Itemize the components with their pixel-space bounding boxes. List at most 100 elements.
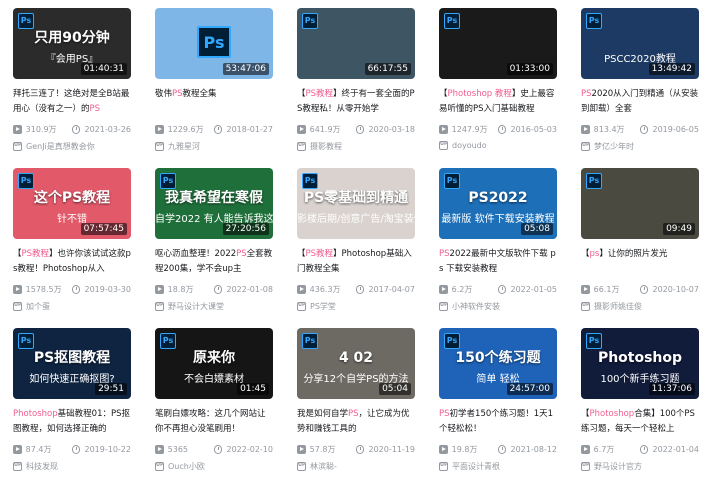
uploader[interactable]: 野马设计官方 xyxy=(581,461,699,472)
ps-logo-icon: Ps xyxy=(586,333,602,349)
uploader[interactable]: 加个蛋 xyxy=(13,301,131,312)
ps-logo-icon: Ps xyxy=(302,173,318,189)
play-count-icon xyxy=(155,444,164,454)
uploader[interactable]: GenJi是真想教会你 xyxy=(13,141,131,152)
uploader-name[interactable]: 野马设计官方 xyxy=(594,461,642,472)
video-thumbnail[interactable]: Ps 4 02 分享12个自学PS的方法 05:04 xyxy=(297,328,415,399)
uploader-icon xyxy=(297,462,306,471)
uploader-name[interactable]: Ouch小欧 xyxy=(168,461,205,472)
video-thumbnail[interactable]: Ps 原来你 不会白嫖素材 01:45 xyxy=(155,328,273,399)
cover-text: 原来你 xyxy=(193,350,235,366)
uploader[interactable]: 摄影教程 xyxy=(297,141,415,152)
video-thumbnail[interactable]: Ps 09:49 xyxy=(581,168,699,239)
ps-logo-icon: Ps xyxy=(197,26,231,58)
uploader[interactable]: PS学堂 xyxy=(297,301,415,312)
uploader[interactable]: 梦亿少年时 xyxy=(581,141,699,152)
video-title[interactable]: 【Photoshop合集】100个PS练习题，每天一个轻松上 xyxy=(581,407,699,437)
video-card[interactable]: Ps 66:17:55 【PS教程】终于有一套全面的PS教程私！从零开始学 64… xyxy=(297,8,415,156)
video-thumbnail[interactable]: Ps 我真希望在寒假 自学2022 有人能告诉我这些 27:20:56 xyxy=(155,168,273,239)
video-thumbnail[interactable]: Ps PS抠图教程 如何快速正确抠图? 29:51 xyxy=(13,328,131,399)
upload-date: 2020-11-19 xyxy=(368,444,415,454)
uploader-name[interactable]: 野马设计大课堂 xyxy=(168,301,224,312)
duration-badge: 01:33:00 xyxy=(506,63,553,75)
uploader-name[interactable]: 摄影师姚佳俊 xyxy=(594,301,642,312)
uploader-icon xyxy=(581,142,590,151)
play-count-icon xyxy=(439,444,448,454)
video-card[interactable]: Ps 4 02 分享12个自学PS的方法 05:04 我是如何自学PS，让它成为… xyxy=(297,328,415,476)
play-count-icon xyxy=(439,124,448,134)
uploader-name[interactable]: PS学堂 xyxy=(310,301,336,312)
video-title[interactable]: 呕心沥血整理！2022PS全套教程200集，学不会up主 xyxy=(155,247,273,277)
video-title[interactable]: PS初学者150个练习题！1天1个轻松松！ xyxy=(439,407,557,437)
video-thumbnail[interactable]: Ps 只用90分钟 『会用PS』 01:40:31 xyxy=(13,8,131,79)
video-stats: 6.7万 2022-01-04 xyxy=(581,443,699,455)
video-title[interactable]: 【PS教程】Photoshop基础入门教程全集 xyxy=(297,247,415,277)
play-count-icon xyxy=(13,124,22,134)
video-card[interactable]: Ps 我真希望在寒假 自学2022 有人能告诉我这些 27:20:56 呕心沥血… xyxy=(155,168,273,316)
video-card[interactable]: Ps 150个练习题 简单 轻松 24:57:00 PS初学者150个练习题！1… xyxy=(439,328,557,476)
uploader[interactable]: 摄影师姚佳俊 xyxy=(581,301,699,312)
video-thumbnail[interactable]: Ps 53:47:06 xyxy=(155,8,273,79)
video-thumbnail[interactable]: Ps Photoshop 100个新手练习题 11:37:06 xyxy=(581,328,699,399)
video-card[interactable]: Ps PS2022 最新版 软件下载安装教程 05:08 PS2022最新中文版… xyxy=(439,168,557,316)
video-title[interactable]: Photoshop基础教程01：PS抠图教程，如何选择正确的 xyxy=(13,407,131,437)
video-thumbnail[interactable]: Ps 150个练习题 简单 轻松 24:57:00 xyxy=(439,328,557,399)
keyword-highlight: PS xyxy=(439,249,450,259)
uploader-icon xyxy=(155,462,164,471)
video-card[interactable]: Ps 09:49 【ps】让你的照片发光 66.1万 2020-10-07 摄影… xyxy=(581,168,699,316)
video-title[interactable]: 我是如何自学PS，让它成为优势和赚钱工具的 xyxy=(297,407,415,437)
video-title[interactable]: PS2020从入门到精通（从安装到卸载）全套 xyxy=(581,87,699,117)
uploader-name[interactable]: GenJi是真想教会你 xyxy=(26,141,95,152)
video-title[interactable]: 【ps】让你的照片发光 xyxy=(581,247,699,277)
view-count: 19.8万 xyxy=(451,444,478,454)
video-title[interactable]: 笔刷白嫖攻略：这几个网站让你不再担心没笔刷用！ xyxy=(155,407,273,437)
video-thumbnail[interactable]: Ps PSCC2020教程 13:49:42 xyxy=(581,8,699,79)
upload-date: 2022-01-05 xyxy=(510,284,557,294)
uploader[interactable]: 九雅星河 xyxy=(155,141,273,152)
video-card[interactable]: Ps 原来你 不会白嫖素材 01:45 笔刷白嫖攻略：这几个网站让你不再担心没笔… xyxy=(155,328,273,476)
uploader[interactable]: doyoudo xyxy=(439,141,557,150)
uploader[interactable]: 科技发现 xyxy=(13,461,131,472)
uploader-name[interactable]: 梦亿少年时 xyxy=(594,141,634,152)
upload-date: 2022-02-10 xyxy=(226,444,273,454)
video-thumbnail[interactable]: Ps 01:33:00 xyxy=(439,8,557,79)
uploader-icon xyxy=(439,141,448,150)
video-card[interactable]: Ps 01:33:00 【Photoshop 教程】史上最容易听懂的PS入门基础… xyxy=(439,8,557,156)
clock-icon xyxy=(355,284,365,294)
uploader-name[interactable]: 加个蛋 xyxy=(26,301,50,312)
clock-icon xyxy=(213,284,223,294)
video-card[interactable]: Ps PSCC2020教程 13:49:42 PS2020从入门到精通（从安装到… xyxy=(581,8,699,156)
view-count: 6.2万 xyxy=(451,284,473,294)
uploader-name[interactable]: 小神软件安装 xyxy=(452,301,500,312)
uploader[interactable]: 林滨聪- xyxy=(297,461,415,472)
video-thumbnail[interactable]: Ps PS2022 最新版 软件下载安装教程 05:08 xyxy=(439,168,557,239)
uploader-name[interactable]: 平面设计青根 xyxy=(452,461,500,472)
video-title[interactable]: 敬伟PS教程全集 xyxy=(155,87,273,117)
video-card[interactable]: Ps PS抠图教程 如何快速正确抠图? 29:51 Photoshop基础教程0… xyxy=(13,328,131,476)
uploader[interactable]: 小神软件安装 xyxy=(439,301,557,312)
video-title[interactable]: PS2022最新中文版软件下载 ps 下载安装教程 xyxy=(439,247,557,277)
uploader-name[interactable]: doyoudo xyxy=(452,141,487,150)
uploader[interactable]: 平面设计青根 xyxy=(439,461,557,472)
video-card[interactable]: Ps PS零基础到精通 影楼后期/创意广告/淘宝装修 【PS教程】Photosh… xyxy=(297,168,415,316)
uploader-name[interactable]: 科技发现 xyxy=(26,461,58,472)
video-title[interactable]: 【Photoshop 教程】史上最容易听懂的PS入门基础教程 xyxy=(439,87,557,117)
video-card[interactable]: Ps 只用90分钟 『会用PS』 01:40:31 拜托三连了！这绝对是全B站最… xyxy=(13,8,131,156)
video-card[interactable]: Ps Photoshop 100个新手练习题 11:37:06 【Photosh… xyxy=(581,328,699,476)
video-card[interactable]: Ps 这个PS教程 针不错 07:57:45 【PS教程】也许你该试试这款ps教… xyxy=(13,168,131,316)
video-card[interactable]: Ps 53:47:06 敬伟PS教程全集 1229.6万 2018-01-27 … xyxy=(155,8,273,156)
video-title[interactable]: 【PS教程】也许你该试试这款ps教程！Photoshop从入 xyxy=(13,247,131,277)
uploader-name[interactable]: 九雅星河 xyxy=(168,141,200,152)
upload-date: 2022-01-08 xyxy=(226,284,273,294)
uploader-name[interactable]: 林滨聪- xyxy=(310,461,337,472)
video-title[interactable]: 【PS教程】终于有一套全面的PS教程私！从零开始学 xyxy=(297,87,415,117)
uploader-name[interactable]: 摄影教程 xyxy=(310,141,342,152)
uploader-icon xyxy=(13,142,22,151)
uploader[interactable]: Ouch小欧 xyxy=(155,461,273,472)
video-title[interactable]: 拜托三连了！这绝对是全B站最用心（没有之一）的PS xyxy=(13,87,131,117)
uploader[interactable]: 野马设计大课堂 xyxy=(155,301,273,312)
upload-date: 2018-01-27 xyxy=(226,124,273,134)
video-thumbnail[interactable]: Ps 66:17:55 xyxy=(297,8,415,79)
video-thumbnail[interactable]: Ps 这个PS教程 针不错 07:57:45 xyxy=(13,168,131,239)
video-thumbnail[interactable]: Ps PS零基础到精通 影楼后期/创意广告/淘宝装修 xyxy=(297,168,415,239)
